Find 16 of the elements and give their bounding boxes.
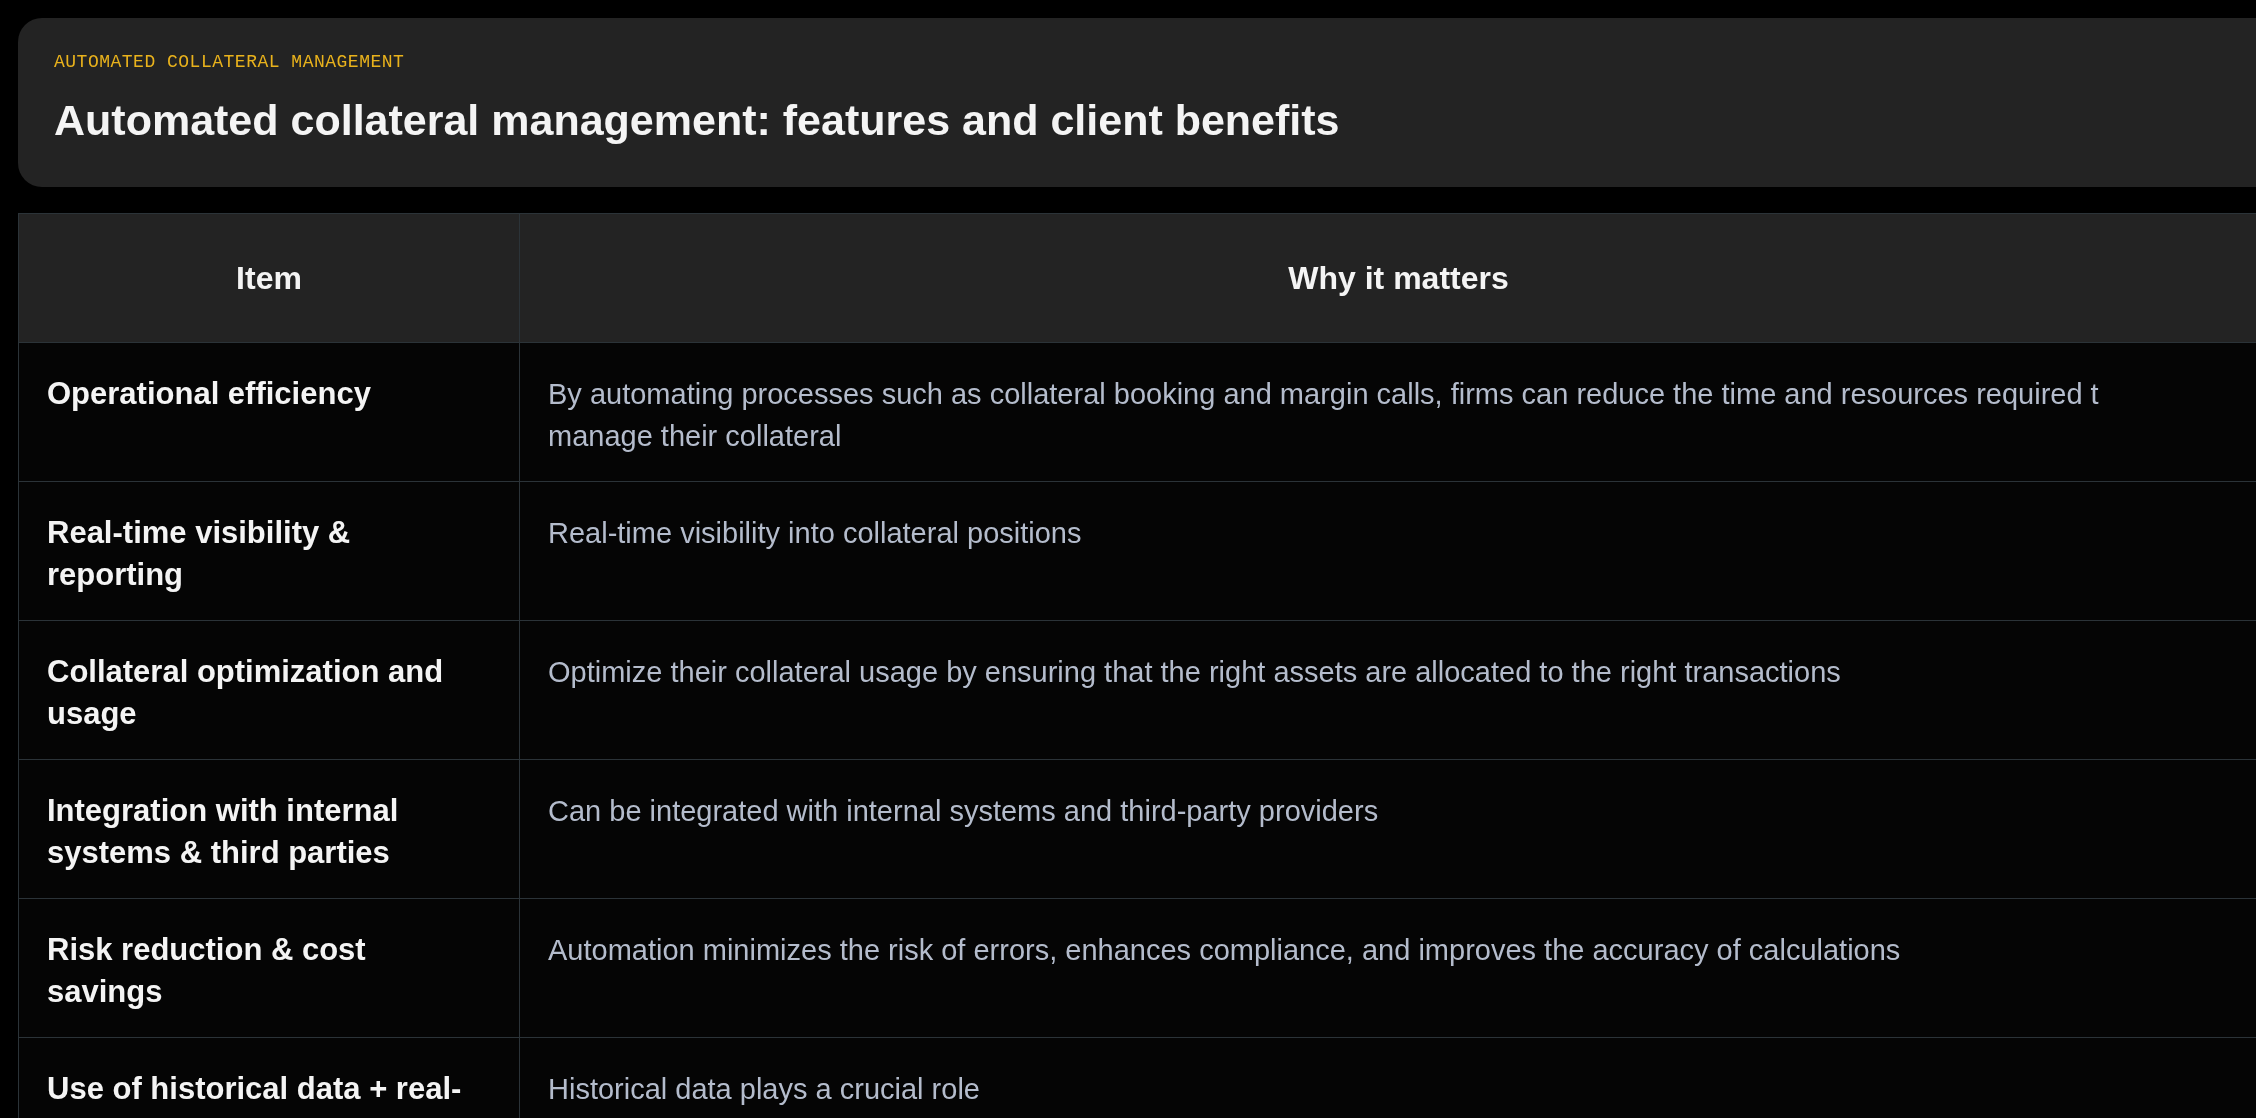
- description-text: Can be integrated with internal systems and third-party providers: [548, 794, 1379, 829]
- column-header: Item: [236, 259, 302, 297]
- item-label: Integration with internal systems & third parties: [47, 792, 400, 872]
- item-label: Real-time visibility & reporting: [47, 514, 352, 594]
- page-title: Automated collateral management: features and client benefits: [54, 96, 1341, 145]
- item-label: Use of historical data + real-: [47, 1070, 463, 1108]
- item-label: Collateral optimization and usage: [47, 653, 445, 733]
- description-text: Real-time visibility into collateral positions: [548, 516, 1082, 551]
- column-header: Why it matters: [1288, 259, 1509, 297]
- item-label: Operational efficiency: [47, 375, 372, 413]
- item-label: Risk reduction & cost savings: [47, 931, 367, 1011]
- description-text: By automating processes such as collateral booking and margin calls, firms can reduce the time and resources required t manage their collateral: [548, 377, 2099, 454]
- description-text: Automation minimizes the risk of errors, enhances compliance, and improves the accuracy of calculations: [548, 933, 1901, 968]
- eyebrow-label: AUTOMATED COLLATERAL MANAGEMENT: [54, 52, 406, 72]
- description-text: Optimize their collateral usage by ensuring that the right assets are allocated to the right transactions: [548, 655, 1841, 690]
- description-text: Historical data plays a crucial role: [548, 1072, 980, 1107]
